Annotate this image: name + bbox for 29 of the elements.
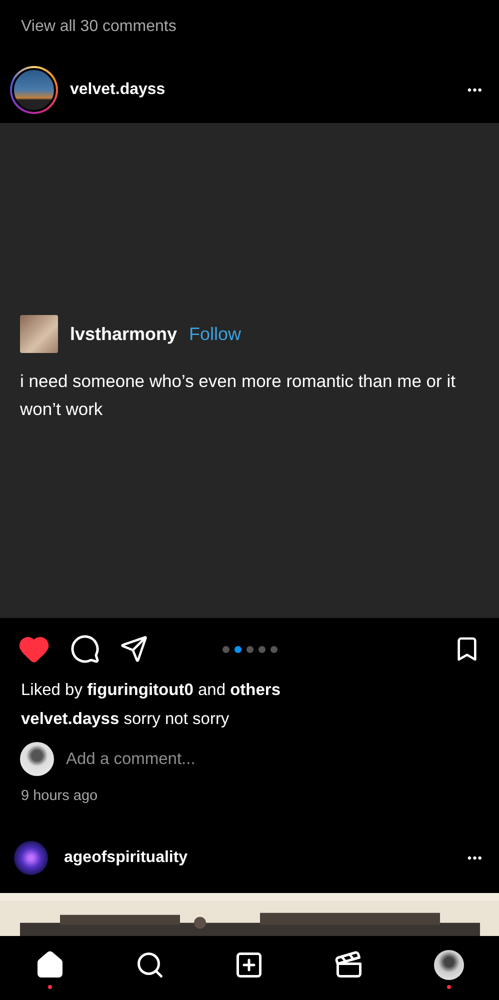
profile-tab[interactable] bbox=[434, 950, 464, 990]
plus-icon bbox=[234, 950, 264, 980]
avatar bbox=[434, 950, 464, 980]
home-tab[interactable] bbox=[34, 950, 65, 990]
more-button[interactable]: ••• bbox=[467, 850, 489, 865]
caption: velvet.dayss sorry not sorry bbox=[21, 710, 230, 730]
more-button[interactable]: ••• bbox=[467, 82, 489, 97]
username: lvstharmony bbox=[70, 324, 178, 345]
reels-tab[interactable] bbox=[334, 950, 364, 980]
notification-dot bbox=[447, 985, 452, 990]
add-tab[interactable] bbox=[234, 950, 264, 980]
post-text: i need someone who’s even more romantic than me or it won’t work bbox=[20, 370, 456, 422]
likes-text: Liked by figuringitout0 and others bbox=[21, 681, 281, 700]
avatar bbox=[20, 742, 54, 776]
home-icon bbox=[34, 950, 65, 980]
view-comments-link[interactable]: View all 30 comments bbox=[21, 18, 176, 36]
search-icon bbox=[134, 950, 165, 980]
follow-link[interactable]: Follow bbox=[189, 324, 242, 345]
post-time: 9 hours ago bbox=[20, 787, 99, 806]
comment-field[interactable]: Add a comment... bbox=[64, 748, 479, 770]
share-button[interactable] bbox=[120, 635, 148, 664]
avatar bbox=[20, 315, 58, 354]
username[interactable]: velvet.dayss bbox=[70, 80, 166, 99]
notification-dot bbox=[48, 985, 52, 990]
search-tab[interactable] bbox=[134, 950, 165, 980]
comment-button[interactable] bbox=[70, 634, 100, 664]
clapperboard-icon bbox=[334, 950, 364, 980]
username[interactable]: ageofspirituality bbox=[64, 848, 188, 867]
avatar[interactable] bbox=[10, 66, 58, 114]
